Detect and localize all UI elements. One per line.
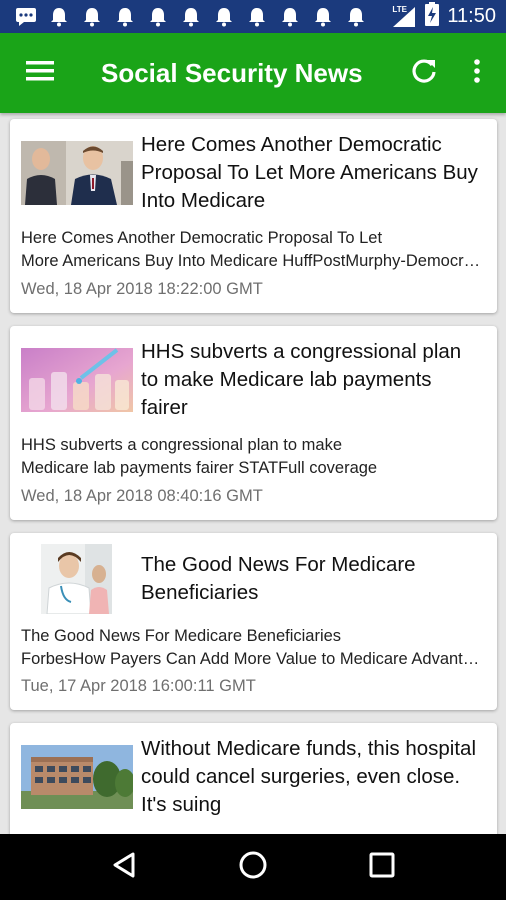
bell-icon bbox=[179, 5, 203, 29]
article-date: Tue, 17 Apr 2018 16:00:11 GMT bbox=[21, 677, 256, 695]
bell-icon bbox=[245, 5, 269, 29]
bell-icon bbox=[146, 5, 170, 29]
hospital-building-photo bbox=[21, 745, 135, 809]
refresh-button[interactable] bbox=[404, 53, 444, 93]
bell-icon bbox=[311, 5, 335, 29]
description-line: Medicare lab payments fairer STATFull co… bbox=[21, 459, 378, 477]
description-line: The Good News For Medicare Beneficiaries bbox=[21, 627, 342, 645]
status-bar: LTE 11:50 bbox=[0, 0, 506, 33]
bell-icon bbox=[212, 5, 236, 29]
article-card[interactable]: Here Comes Another Democratic Proposal T… bbox=[10, 119, 497, 313]
description-line: HHS subverts a congressional plan to mak… bbox=[21, 436, 342, 454]
system-status: LTE 11:50 bbox=[391, 2, 506, 31]
bell-icon bbox=[278, 5, 302, 29]
overflow-menu-button[interactable] bbox=[460, 53, 494, 93]
bell-icon bbox=[47, 5, 71, 29]
network-type-label: LTE bbox=[392, 4, 407, 14]
description-line: ForbesHow Payers Can Add More Value to M… bbox=[21, 650, 487, 668]
menu-button[interactable] bbox=[21, 54, 59, 92]
lab-test-tubes-photo bbox=[21, 348, 133, 412]
app-title: Social Security News bbox=[101, 57, 363, 88]
bell-icon bbox=[344, 5, 368, 29]
lte-signal-icon: LTE bbox=[391, 4, 417, 28]
article-date: Wed, 18 Apr 2018 08:40:16 GMT bbox=[21, 487, 263, 505]
app-bar: Social Security News bbox=[0, 33, 506, 113]
description-line: Here Comes Another Democratic Proposal T… bbox=[21, 229, 383, 247]
hamburger-menu-icon bbox=[26, 60, 54, 87]
article-headline: The Good News For Medicare Beneficiaries bbox=[141, 553, 416, 604]
back-button[interactable] bbox=[100, 843, 148, 891]
article-card[interactable]: HHS subverts a congressional plan to mak… bbox=[10, 326, 497, 520]
article-description: HHS subverts a congressional plan to mak… bbox=[21, 434, 487, 480]
message-icon bbox=[14, 5, 38, 29]
recents-button[interactable] bbox=[358, 843, 406, 891]
description-line: More Americans Buy Into Medicare HuffPos… bbox=[21, 252, 487, 270]
article-card[interactable]: The Good News For Medicare Beneficiaries… bbox=[10, 533, 497, 710]
recents-icon bbox=[369, 852, 395, 883]
bell-icon bbox=[80, 5, 104, 29]
home-icon bbox=[238, 850, 268, 885]
article-headline: Here Comes Another Democratic Proposal T… bbox=[141, 133, 478, 212]
article-description: Here Comes Another Democratic Proposal T… bbox=[21, 227, 487, 273]
article-headline: Without Medicare funds, this hospital co… bbox=[141, 737, 476, 816]
back-icon bbox=[111, 851, 137, 884]
senators-photo bbox=[21, 141, 133, 205]
article-date: Wed, 18 Apr 2018 18:22:00 GMT bbox=[21, 280, 263, 298]
more-vert-icon bbox=[473, 58, 481, 89]
battery-charging-icon bbox=[425, 2, 440, 31]
home-button[interactable] bbox=[229, 843, 277, 891]
clock: 11:50 bbox=[447, 5, 496, 27]
article-card[interactable]: Without Medicare funds, this hospital co… bbox=[10, 723, 497, 834]
news-feed[interactable]: Here Comes Another Democratic Proposal T… bbox=[0, 113, 506, 834]
article-headline: HHS subverts a congressional plan to mak… bbox=[141, 340, 462, 419]
doctor-photo bbox=[41, 544, 112, 615]
notification-icons bbox=[0, 5, 368, 29]
bell-icon bbox=[113, 5, 137, 29]
article-description: The Good News For Medicare Beneficiaries… bbox=[21, 625, 487, 671]
refresh-icon bbox=[410, 57, 438, 90]
system-navigation-bar bbox=[0, 834, 506, 900]
